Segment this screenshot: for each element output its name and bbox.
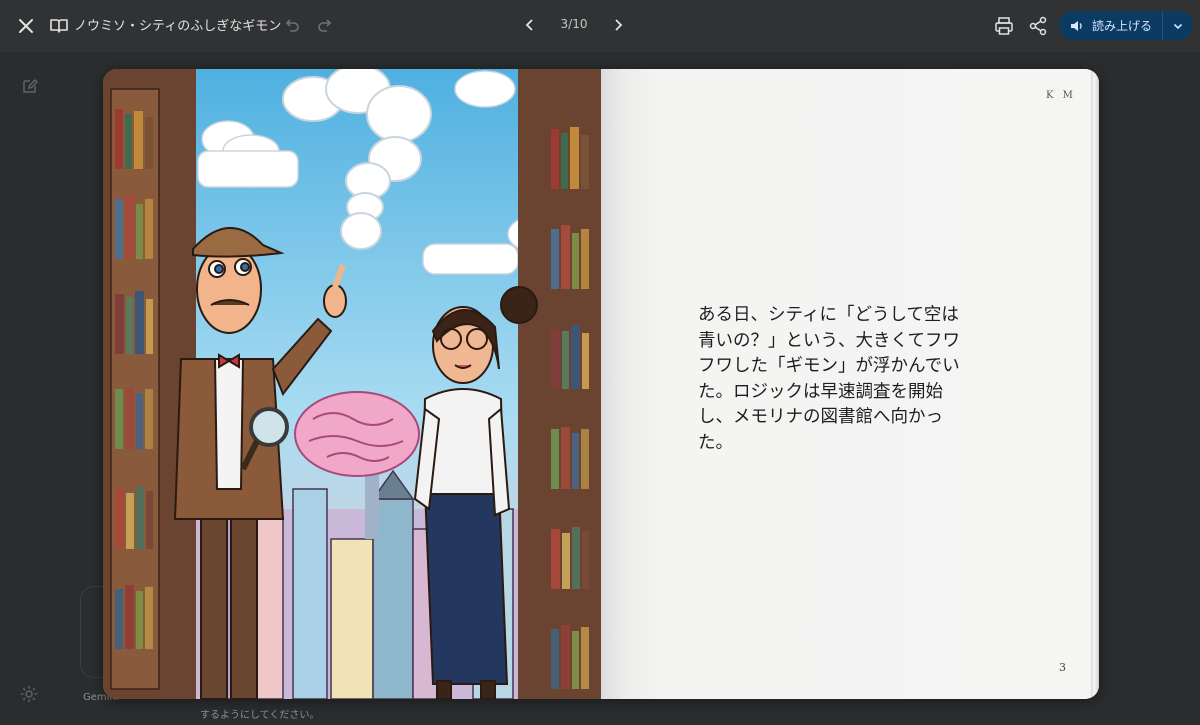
story-line: ある日、シティに「どうして空は [698,305,959,325]
print-icon [995,17,1013,35]
settings-button[interactable] [19,684,39,704]
share-icon [1029,16,1047,36]
chevron-right-icon [615,19,623,31]
story-line: フワした「ギモン」が浮かんでい [698,356,960,376]
story-line: し、メモリナの図書館へ向かっ [698,407,943,427]
speaker-icon [1071,20,1082,31]
top-toolbar: ノウミソ・シティのふしぎなギモン 3/10 読み上げる [0,0,1200,52]
footer-disclaimer-line2: するようにしてください。 [200,710,320,721]
redo-icon [318,19,332,32]
redo-button[interactable] [315,15,335,35]
story-illustration [103,69,601,699]
print-button[interactable] [993,15,1015,37]
gear-icon [21,686,37,702]
story-line: た。 [698,432,733,453]
previous-page-button[interactable] [520,15,540,35]
chevron-left-icon [525,19,533,31]
page-number: 3 [1059,661,1066,674]
page-edge [1091,69,1099,699]
undo-icon [285,19,299,32]
story-text: ある日、シティに「どうして空は 青いの？」という、大きくてフワ フワした「ギモン… [698,303,988,456]
edit-icon [23,78,39,93]
read-aloud-button[interactable]: 読み上げる [1059,11,1152,40]
next-page-button[interactable] [608,15,628,35]
story-line: 青いの？」という、大きくてフワ [698,330,960,351]
page-counter: 3/10 [560,17,588,31]
storybook-spread: K M ある日、シティに「どうして空は 青いの？」という、大きくてフワ フワした… [103,69,1099,699]
author-initials: K M [1046,90,1076,101]
close-icon [19,19,33,33]
left-rail [0,52,60,725]
story-text-page: K M ある日、シティに「どうして空は 青いの？」という、大きくてフワ フワした… [601,69,1099,699]
open-book-icon [50,19,68,33]
undo-button[interactable] [282,15,302,35]
story-line: た。ロジックは早速調査を開始 [698,381,943,402]
read-aloud-options-button[interactable] [1163,11,1193,40]
chevron-down-icon [1173,23,1183,29]
read-aloud-label: 読み上げる [1092,19,1153,33]
share-button[interactable] [1027,15,1049,37]
read-aloud-control: 読み上げる [1059,11,1193,40]
new-chat-button[interactable] [20,76,40,96]
close-button[interactable] [14,14,38,38]
document-title: ノウミソ・シティのふしぎなギモン [74,19,282,34]
